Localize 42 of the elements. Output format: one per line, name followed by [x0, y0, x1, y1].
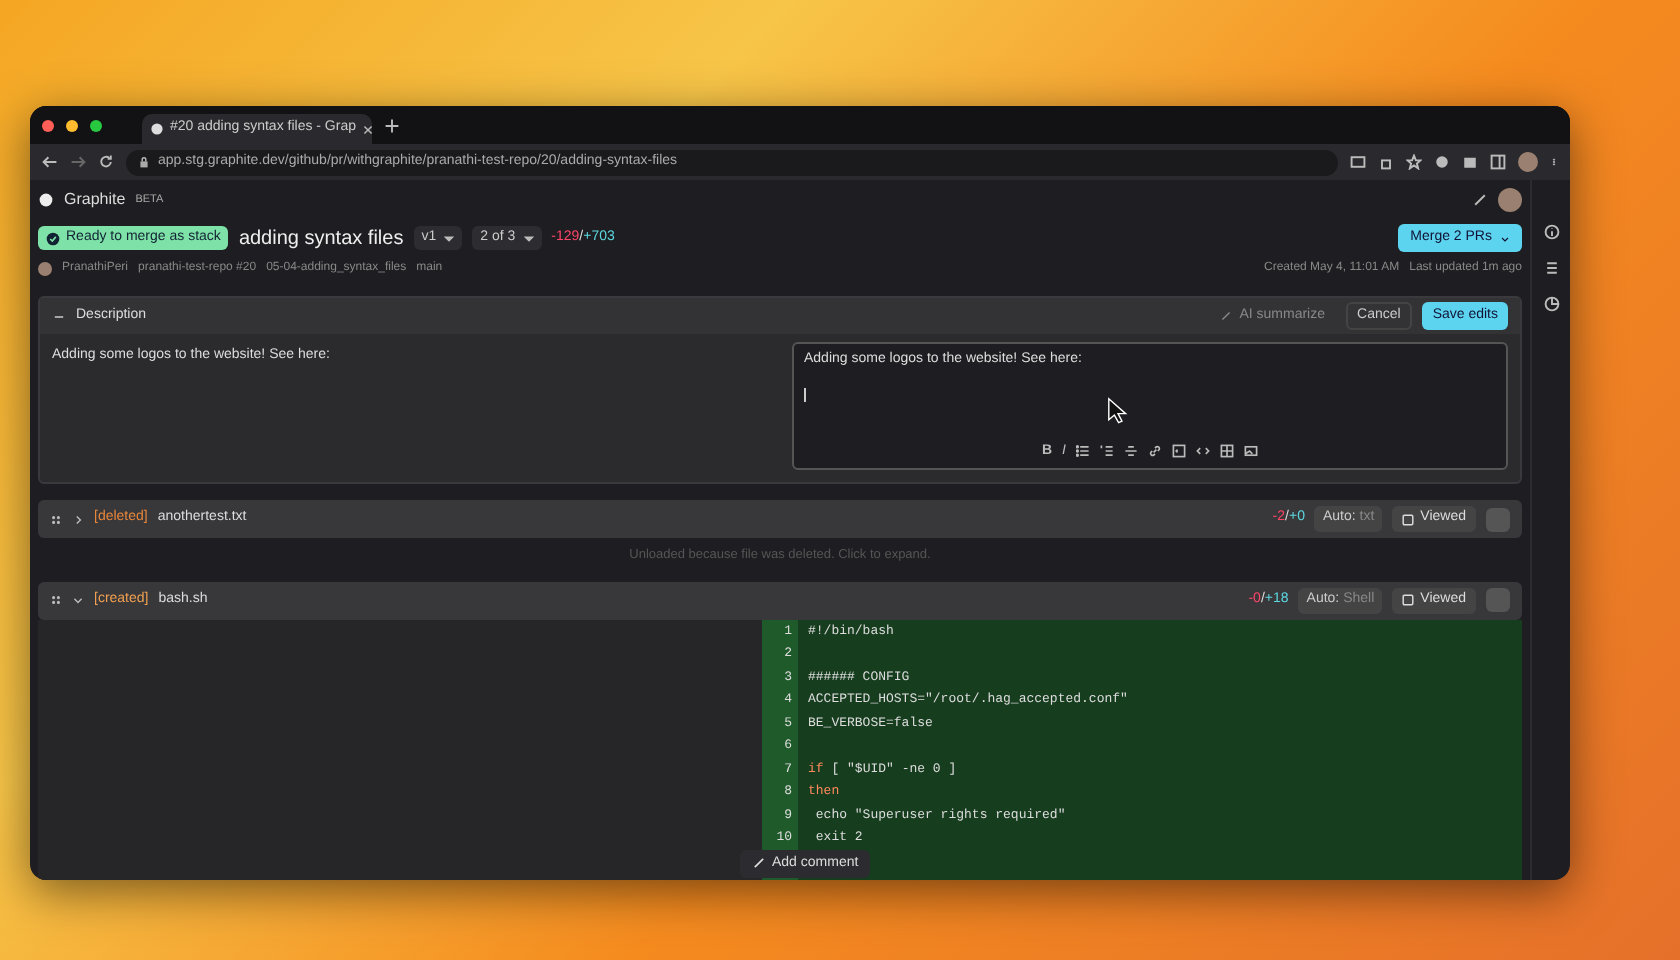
screen-icon[interactable]: [1350, 154, 1366, 170]
avatar-icon: [38, 261, 52, 275]
close-icon[interactable]: [362, 123, 374, 135]
pen-icon[interactable]: [1472, 192, 1488, 208]
list-icon[interactable]: [1543, 260, 1559, 276]
avatar-icon[interactable]: [1498, 188, 1522, 212]
drag-handle-icon[interactable]: [50, 594, 62, 607]
new-tab-icon[interactable]: [384, 117, 400, 134]
checkbox-icon[interactable]: [1402, 594, 1415, 607]
chart-icon[interactable]: [1543, 296, 1559, 312]
strikethrough-icon[interactable]: [1124, 444, 1138, 459]
favicon-icon: [150, 122, 164, 136]
logo-icon: [38, 192, 54, 208]
extension-icon[interactable]: [1434, 154, 1450, 170]
table-icon[interactable]: [1220, 444, 1234, 459]
bulleted-list-icon[interactable]: [1076, 444, 1090, 459]
app-name: Graphite: [64, 188, 126, 212]
caret-icon: [523, 233, 534, 243]
chevron-down-icon[interactable]: [72, 594, 84, 607]
chevron-right-icon[interactable]: [72, 513, 84, 525]
avatar-icon[interactable]: [1518, 152, 1538, 172]
pen-icon: [752, 856, 766, 871]
star-icon[interactable]: [1406, 154, 1422, 170]
reload-icon[interactable]: [98, 154, 114, 170]
back-icon[interactable]: [42, 154, 58, 170]
sidebar-icon[interactable]: [1490, 154, 1506, 170]
forward-icon[interactable]: [70, 154, 86, 170]
caret-icon: [444, 233, 455, 243]
pen-icon: [1219, 310, 1232, 322]
image-icon[interactable]: [1244, 444, 1258, 459]
code-block-icon[interactable]: [1172, 444, 1186, 459]
check-icon: [46, 231, 60, 245]
chevron-down-icon: [1500, 233, 1510, 243]
menu-icon[interactable]: [1550, 154, 1558, 170]
link-icon[interactable]: [1148, 444, 1162, 459]
numbered-list-icon[interactable]: [1100, 444, 1114, 459]
text-cursor: [804, 387, 806, 401]
code-icon[interactable]: [1196, 444, 1210, 459]
pr-title: adding syntax files: [238, 225, 404, 253]
checkbox-icon[interactable]: [1402, 513, 1415, 525]
drag-handle-icon[interactable]: [50, 513, 62, 525]
info-icon[interactable]: [1543, 224, 1559, 240]
